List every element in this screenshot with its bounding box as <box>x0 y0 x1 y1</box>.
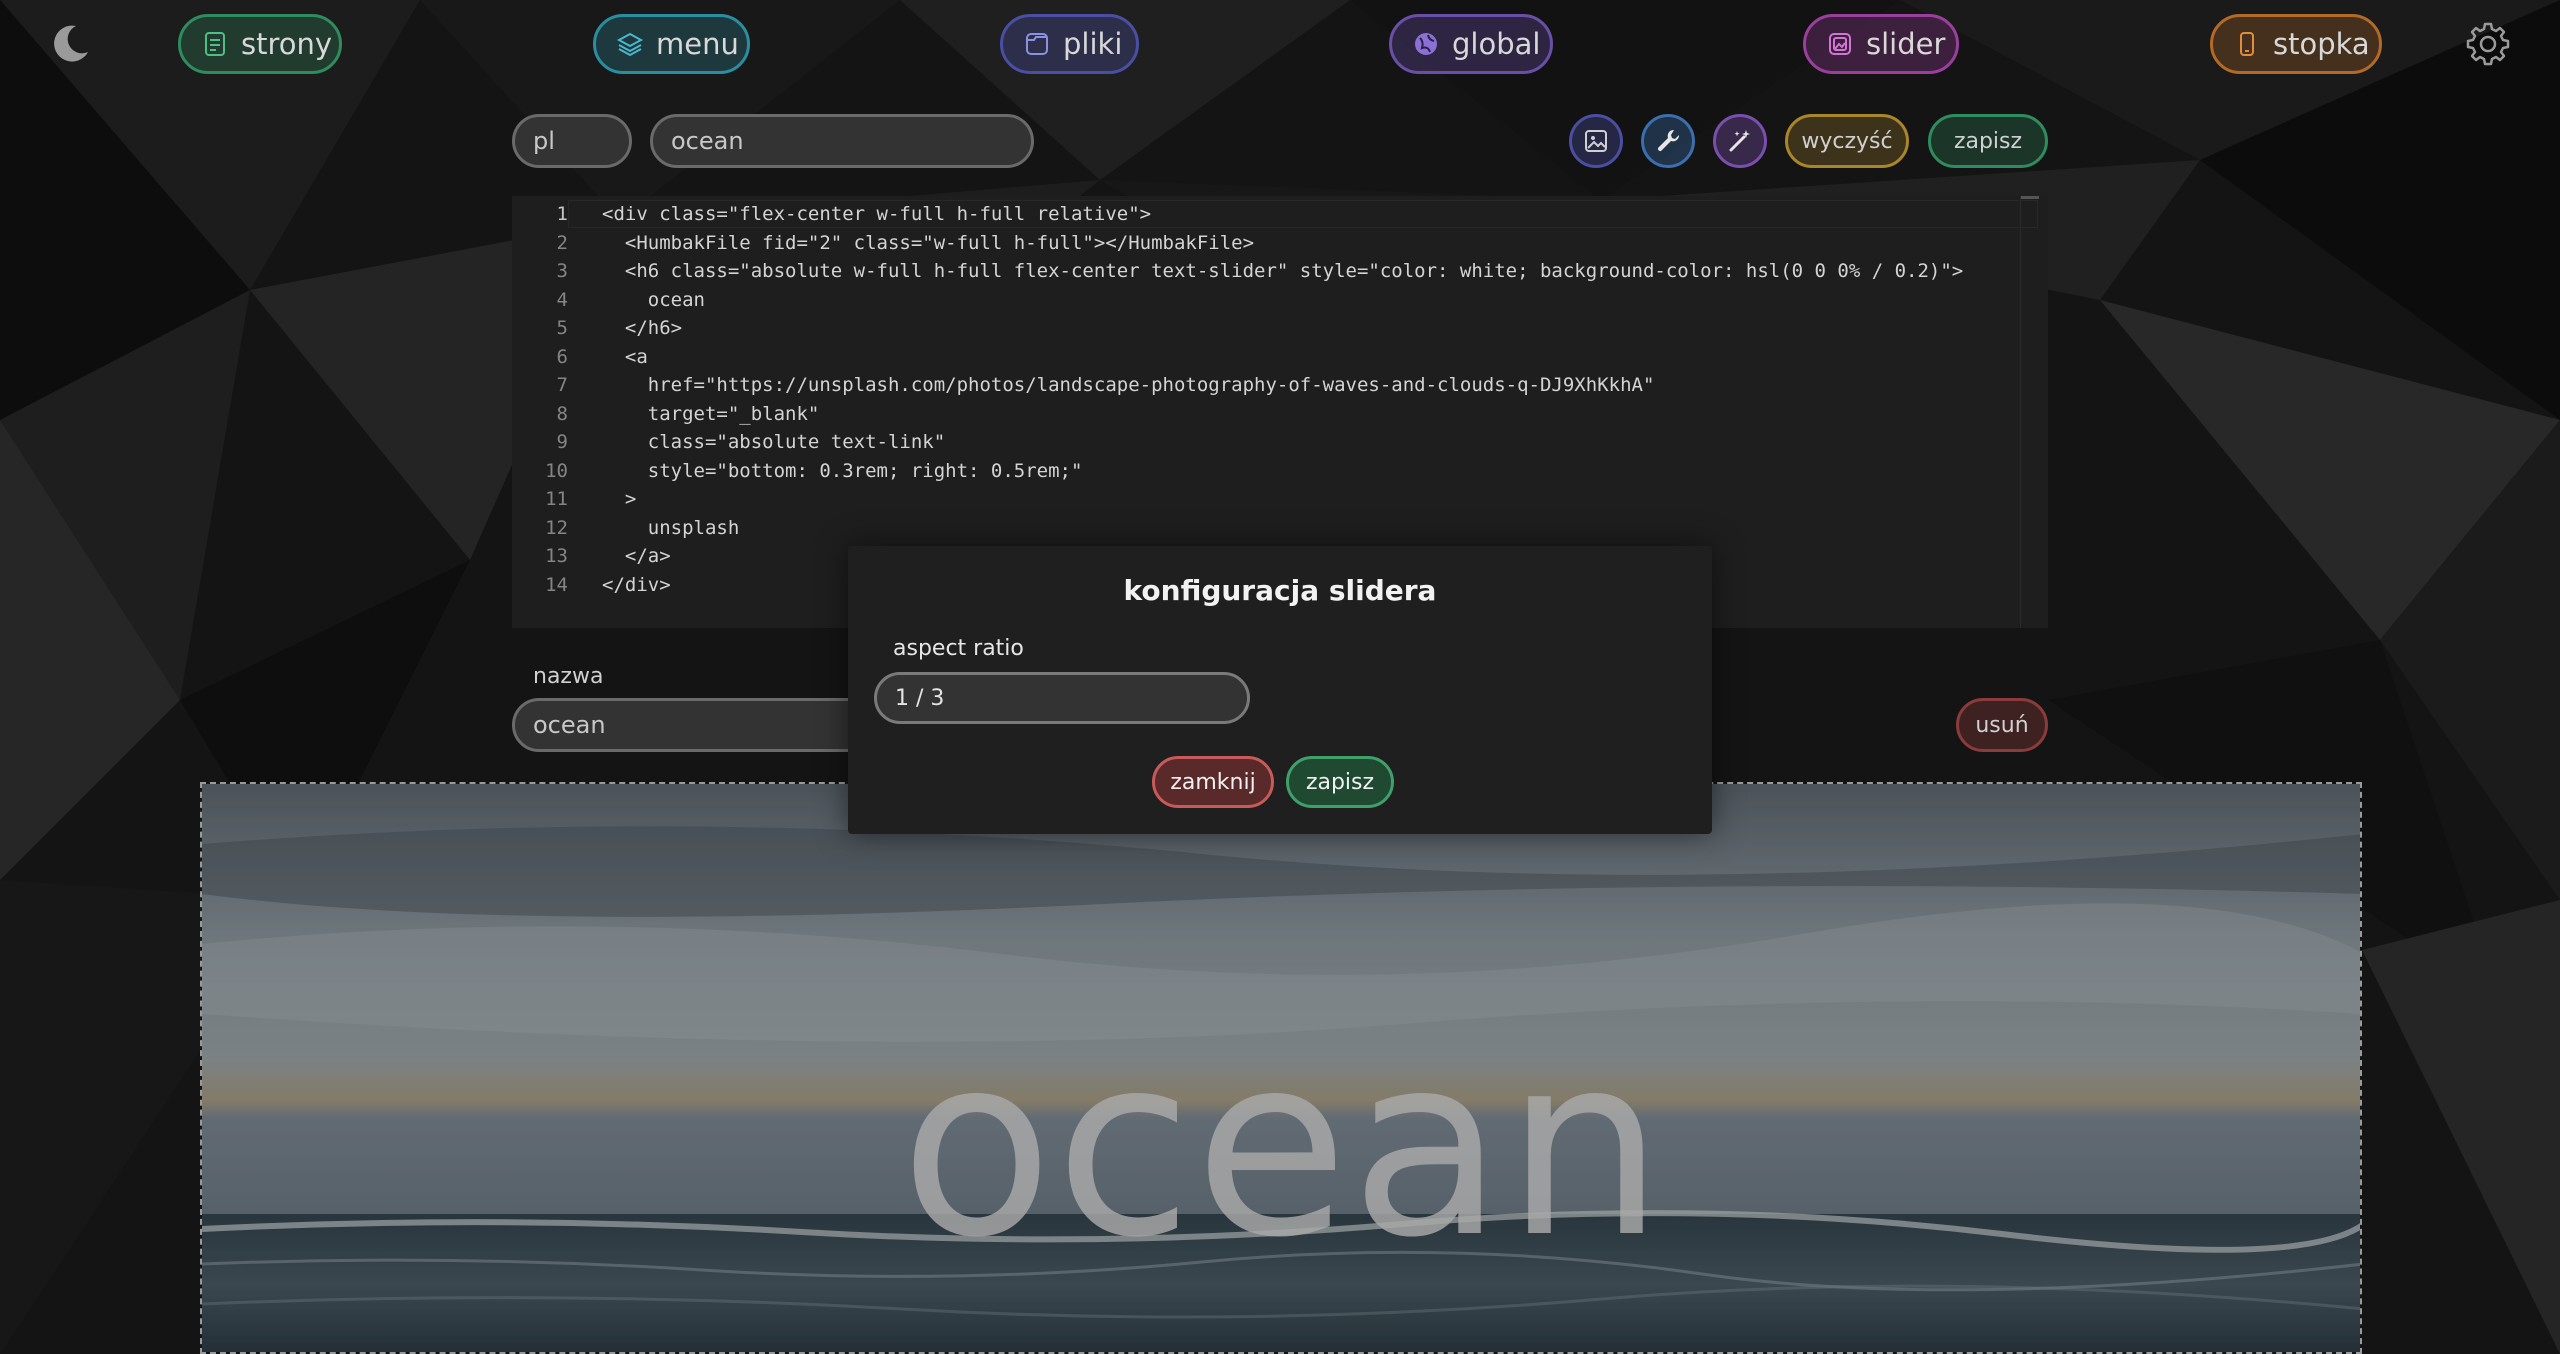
delete-button[interactable]: usuń <box>1956 698 2048 752</box>
name-value: ocean <box>533 711 606 739</box>
nav-stopka-label: stopka <box>2273 27 2370 61</box>
code-line: 10 style="bottom: 0.3rem; right: 0.5rem;… <box>512 457 2048 486</box>
code-text: target="_blank" <box>602 402 820 425</box>
nav-stopka-button[interactable]: stopka <box>2210 14 2382 74</box>
slide-title-input[interactable]: ocean <box>650 114 1034 168</box>
nav-pliki-button[interactable]: pliki <box>1000 14 1139 74</box>
code-line: 8 target="_blank" <box>512 400 2048 429</box>
aspect-ratio-label: aspect ratio <box>893 636 1024 661</box>
code-text: href="https://unsplash.com/photos/landsc… <box>602 374 1655 397</box>
magic-format-button[interactable] <box>1713 114 1767 168</box>
aspect-ratio-value: 1 / 3 <box>895 685 945 711</box>
code-text: </div> <box>602 573 671 596</box>
slide-title-value: ocean <box>671 127 744 155</box>
code-line: 6 <a <box>512 343 2048 372</box>
language-input[interactable]: pl <box>512 114 632 168</box>
code-line: 3 <h6 class="absolute w-full h-full flex… <box>512 257 2048 286</box>
code-line: 11 > <box>512 485 2048 514</box>
line-number: 9 <box>556 431 568 454</box>
code-text: class="absolute text-link" <box>602 431 946 454</box>
moon-icon[interactable] <box>48 22 92 66</box>
nav-menu-button[interactable]: menu <box>593 14 750 74</box>
save-button[interactable]: zapisz <box>1928 114 2048 168</box>
nav-global-button[interactable]: global <box>1389 14 1553 74</box>
modal-close-button[interactable]: zamknij <box>1152 756 1274 808</box>
nav-slider-button[interactable]: slider <box>1803 14 1959 74</box>
save-label: zapisz <box>1953 128 2023 154</box>
code-text: <HumbakFile fid="2" class="w-full h-full… <box>602 231 1255 254</box>
code-text: > <box>602 488 637 511</box>
code-text: style="bottom: 0.3rem; right: 0.5rem;" <box>602 459 1083 482</box>
name-label: nazwa <box>533 664 604 689</box>
globe-icon <box>1415 33 1437 55</box>
nav-strony-button[interactable]: strony <box>178 14 342 74</box>
slider-config-button[interactable] <box>1641 114 1695 168</box>
document-icon <box>205 32 225 56</box>
line-number: 14 <box>545 573 568 596</box>
code-line: 9 class="absolute text-link" <box>512 428 2048 457</box>
magic-wand-icon <box>1729 130 1750 152</box>
nav-strony-label: strony <box>241 27 333 61</box>
image-icon <box>1585 130 1607 152</box>
code-line: 5 </h6> <box>512 314 2048 343</box>
code-line: 1 <div class="flex-center w-full h-full … <box>512 200 2048 229</box>
modal-title: konfiguracja slidera <box>1123 574 1437 607</box>
code-text: </a> <box>602 545 671 568</box>
phone-icon <box>2240 32 2254 56</box>
nav-pliki-label: pliki <box>1063 27 1123 61</box>
nav-global-label: global <box>1452 27 1541 61</box>
modal-save-label: zapisz <box>1305 769 1375 795</box>
line-number: 12 <box>545 516 568 539</box>
code-text: ocean <box>602 288 705 311</box>
line-number: 2 <box>556 231 568 254</box>
folder-icon <box>1026 33 1048 55</box>
code-text: unsplash <box>602 516 740 539</box>
insert-image-button[interactable] <box>1569 114 1623 168</box>
line-number: 10 <box>545 459 568 482</box>
code-text: <h6 class="absolute w-full h-full flex-c… <box>602 260 1964 283</box>
line-number: 8 <box>556 402 568 425</box>
line-number: 1 <box>556 203 568 226</box>
code-text: <a <box>602 345 648 368</box>
code-text: </h6> <box>602 317 683 340</box>
language-value: pl <box>533 127 555 155</box>
clear-label: wyczyść <box>1801 128 1893 154</box>
nav-slider-label: slider <box>1866 27 1946 61</box>
aspect-ratio-input[interactable]: 1 / 3 <box>874 672 1250 724</box>
modal-close-label: zamknij <box>1170 769 1256 795</box>
layers-icon <box>616 32 644 57</box>
code-line: 4 ocean <box>512 286 2048 315</box>
code-text: <div class="flex-center w-full h-full re… <box>602 203 1152 226</box>
slide-heading: ocean <box>900 1001 1666 1292</box>
code-line: 7 href="https://unsplash.com/photos/land… <box>512 371 2048 400</box>
nav-menu-label: menu <box>656 27 739 61</box>
line-number: 13 <box>545 545 568 568</box>
line-number: 11 <box>545 488 568 511</box>
slide-preview: ocean <box>200 782 2362 1354</box>
code-line: 2 <HumbakFile fid="2" class="w-full h-fu… <box>512 229 2048 258</box>
line-number: 3 <box>556 260 568 283</box>
line-number: 4 <box>556 288 568 311</box>
clear-button[interactable]: wyczyść <box>1785 114 1909 168</box>
code-line: 12 unsplash <box>512 514 2048 543</box>
line-number: 6 <box>556 345 568 368</box>
image-stack-icon <box>1829 33 1851 55</box>
gear-icon[interactable] <box>2464 20 2512 68</box>
line-number: 5 <box>556 317 568 340</box>
editor-scrollbar[interactable] <box>2020 196 2039 628</box>
top-nav: strony menu pliki global slider stopka <box>0 0 2560 88</box>
delete-label: usuń <box>1975 712 2029 738</box>
line-number: 7 <box>556 374 568 397</box>
modal-save-button[interactable]: zapisz <box>1286 756 1394 808</box>
wrench-icon <box>1657 129 1680 152</box>
slider-config-modal: konfiguracja slidera aspect ratio 1 / 3 … <box>848 546 1712 834</box>
